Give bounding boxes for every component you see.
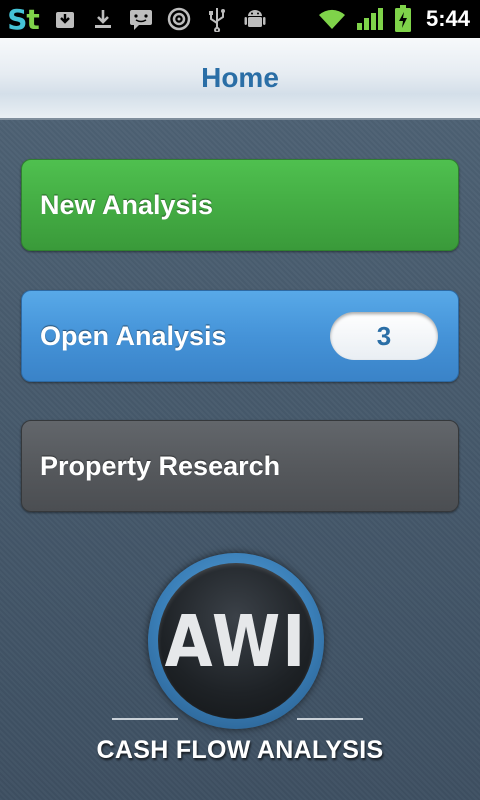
divider-left — [112, 718, 178, 720]
property-research-label: Property Research — [40, 450, 281, 481]
download-box-icon — [46, 0, 84, 38]
chat-icon — [122, 0, 160, 38]
new-analysis-label: New Analysis — [40, 189, 214, 220]
android-icon — [236, 0, 274, 38]
divider-right — [297, 718, 363, 720]
property-research-button[interactable]: Property Research — [21, 420, 459, 512]
awi-logo-inner: AWI — [158, 563, 314, 719]
wifi-icon — [312, 0, 352, 38]
target-icon — [160, 0, 198, 38]
awi-logo-text: AWI — [164, 599, 308, 683]
page-title: Home — [201, 62, 279, 93]
download-arrow-icon — [84, 0, 122, 38]
usb-icon — [198, 0, 236, 38]
new-analysis-button[interactable]: New Analysis — [21, 159, 459, 251]
battery-charging-icon — [388, 0, 418, 38]
signal-icon — [352, 0, 388, 38]
open-analysis-button[interactable]: Open Analysis 3 — [21, 290, 459, 382]
app-logo-icon: St — [7, 2, 40, 36]
open-analysis-count-badge: 3 — [330, 312, 438, 360]
title-bar: Home — [0, 38, 480, 120]
tagline: CASH FLOW ANALYSIS — [96, 736, 384, 764]
status-clock: 5:44 — [425, 6, 470, 31]
awi-logo: AWI — [148, 553, 324, 729]
open-analysis-label: Open Analysis — [40, 320, 227, 351]
status-bar: St 5:44 — [0, 0, 480, 38]
